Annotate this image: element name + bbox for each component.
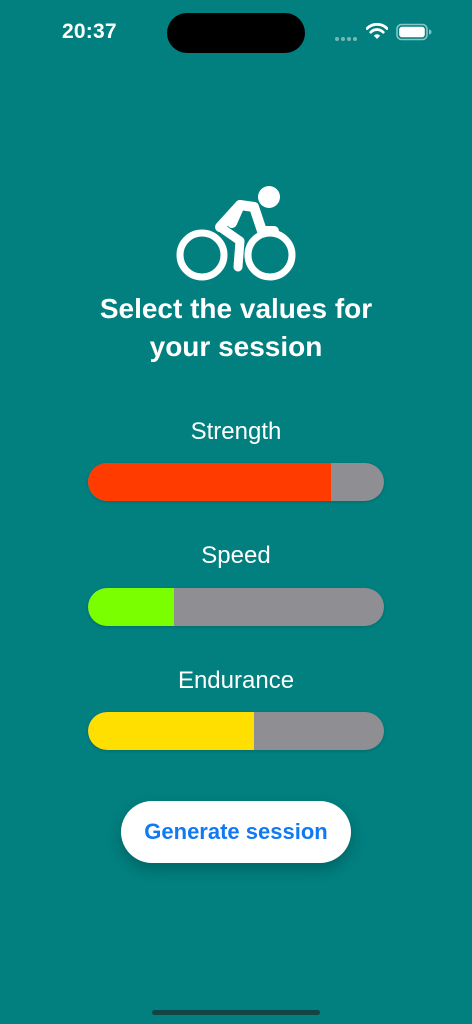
endurance-slider-fill — [88, 712, 254, 750]
status-bar: 20:37 — [0, 0, 472, 64]
page-title-line-1: Select the values for — [99, 293, 373, 324]
home-indicator — [152, 1010, 320, 1015]
endurance-slider[interactable] — [88, 712, 384, 750]
speed-slider[interactable] — [88, 588, 384, 626]
speed-label: Speed — [201, 542, 271, 569]
wifi-icon — [366, 22, 388, 39]
strength-slider[interactable] — [88, 463, 384, 501]
battery-icon — [396, 23, 432, 41]
strength-label: Strength — [190, 418, 282, 445]
cellular-signal-icon — [335, 35, 359, 41]
bicycle-rider-icon — [176, 186, 296, 281]
strength-slider-fill — [88, 463, 331, 501]
page-title: Select the values for your session — [40, 290, 432, 366]
dynamic-island — [167, 13, 305, 53]
page-title-line-2: your session — [149, 331, 323, 362]
generate-session-button[interactable]: Generate session — [121, 801, 351, 863]
speed-slider-fill — [88, 588, 174, 626]
endurance-label: Endurance — [177, 667, 295, 694]
status-time: 20:37 — [62, 20, 117, 43]
